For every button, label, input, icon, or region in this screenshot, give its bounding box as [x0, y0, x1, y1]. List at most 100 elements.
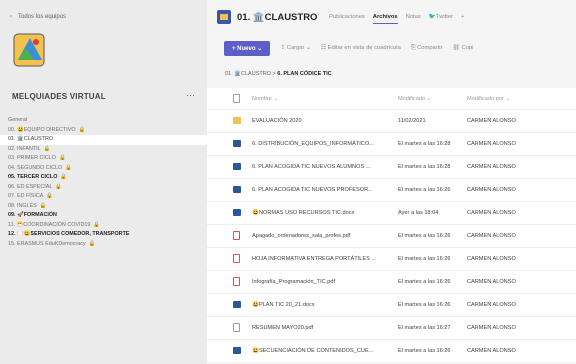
- channel-item[interactable]: 11. 😷COORDINACIÓN COVID19 🔒: [0, 221, 207, 231]
- tab-publicaciones[interactable]: Publicaciones: [329, 14, 365, 24]
- file-modified-by: CARMEN ALONSO: [467, 187, 516, 193]
- lock-icon: 🔒: [43, 145, 51, 152]
- lock-icon: 🔒: [46, 193, 54, 199]
- file-modified-by: CARMEN ALONSO: [467, 233, 516, 239]
- list-item[interactable]: HOJA INFORMATIVA ENTREGA PORTÁTILES ... …: [207, 248, 576, 271]
- lock-icon: 🔒: [93, 221, 101, 228]
- channel-item[interactable]: 00. 😃EQUIPO DIRECTIVO 🔒: [0, 126, 207, 136]
- lock-icon: 🔒: [65, 164, 72, 171]
- channel-item[interactable]: 08. INGLÉS 🔒: [0, 202, 207, 212]
- channel-item[interactable]: 06. ED ESPECIAL 🔒: [0, 183, 207, 193]
- column-modified[interactable]: Modificado ⌄: [398, 88, 464, 111]
- list-item[interactable]: 6. DISTRIBUCIÓN_EQUIPOS_INFORMÁTICO... E…: [207, 133, 576, 156]
- word-file-icon: [233, 202, 243, 225]
- file-modified: El martes a las 16:26: [398, 256, 451, 262]
- list-item[interactable]: 😃NORMAS USO RECURSOS TIC.docx Ayer a las…: [207, 202, 576, 225]
- breadcrumb-current: 6. PLAN CÓDICE TIC: [277, 71, 332, 77]
- sidebar: ‹ Todos los equipos MELQUIADES VIRTUAL ·…: [0, 0, 207, 364]
- upload-button[interactable]: ⇪ Cargar ⌄: [280, 45, 311, 51]
- list-item[interactable]: Infografía_Programación_TIC.pdf El marte…: [207, 271, 576, 294]
- channel-item[interactable]: 02. INFANTIL 🔒: [0, 145, 207, 155]
- file-name[interactable]: Infografía_Programación_TIC.pdf: [252, 271, 382, 294]
- channel-item[interactable]: 05. TERCER CICLO 🔒: [0, 173, 207, 183]
- pdf-file-icon: [233, 248, 243, 271]
- back-to-teams-link[interactable]: ‹ Todos los equipos: [10, 14, 66, 20]
- file-type-header-icon: [233, 88, 243, 111]
- file-modified: El martes a las 16:26: [398, 302, 451, 308]
- file-modified: El martes a las 16:28: [398, 164, 451, 170]
- file-modified: El martes a las 16:26: [398, 233, 451, 239]
- breadcrumb-separator: >: [272, 71, 276, 77]
- file-name[interactable]: HOJA INFORMATIVA ENTREGA PORTÁTILES ...: [252, 248, 382, 271]
- file-modified-by: CARMEN ALONSO: [467, 164, 516, 170]
- file-modified: Ayer a las 18:04: [398, 210, 439, 216]
- channel-item[interactable]: 04. SEGUNDO CICLO 🔒: [0, 164, 207, 174]
- channel-item[interactable]: 03. PRIMER CICLO 🔒: [0, 154, 207, 164]
- file-modified-by: CARMEN ALONSO: [467, 279, 516, 285]
- channel-avatar-icon: [217, 10, 231, 24]
- channel-list: General 00. 😃EQUIPO DIRECTIVO 🔒 01. 🏛️CLA…: [0, 116, 207, 249]
- channel-item[interactable]: General: [0, 116, 207, 126]
- lock-icon: 🔒: [78, 126, 86, 133]
- list-header: Nombre ⌄ Modificado ⌄ Modificado por ⌄: [207, 88, 576, 110]
- more-options-icon[interactable]: ···: [186, 90, 195, 100]
- channel-item[interactable]: 07. ED FÍSICA 🔒: [0, 192, 207, 202]
- back-label: Todos los equipos: [18, 14, 67, 20]
- file-name[interactable]: Apagado_ordenadores_sala_profes.pdf: [252, 225, 382, 248]
- chevron-left-icon: ‹: [10, 14, 12, 20]
- file-name[interactable]: 😃NORMAS USO RECURSOS TIC.docx: [252, 202, 382, 225]
- channel-item[interactable]: 09. 🚀FORMACIÓN: [0, 211, 207, 221]
- file-modified: 11/02/2021: [398, 118, 426, 124]
- file-name[interactable]: 😃PLAN TIC 20_21.docx: [252, 294, 382, 317]
- channel-item[interactable]: 15. ERASMUS EduKDemocracy 🔒: [0, 240, 207, 250]
- folder-icon: [233, 110, 243, 133]
- file-name[interactable]: 6. PLAN ACOGIDA TIC NUEVOS ALUMNOS ...: [252, 156, 382, 179]
- add-tab-button[interactable]: +: [461, 14, 464, 24]
- file-modified: El martes a las 16:26: [398, 187, 451, 193]
- team-logo-icon: [13, 33, 45, 67]
- breadcrumb: 01. 🏛️CLAUSTRO > 6. PLAN CÓDICE TIC: [225, 71, 332, 77]
- files-toolbar: + Nuevo ⌄ ⇪ Cargar ⌄ ☷ Editar en vista d…: [207, 38, 576, 58]
- team-name: MELQUIADES VIRTUAL: [12, 92, 106, 101]
- list-item[interactable]: Apagado_ordenadores_sala_profes.pdf El m…: [207, 225, 576, 248]
- lock-icon: 🔒: [58, 155, 66, 161]
- file-modified: El martes a las 16:28: [398, 141, 451, 147]
- file-modified-by: CARMEN ALONSO: [467, 210, 516, 216]
- file-modified-by: CARMEN ALONSO: [467, 348, 516, 354]
- tab-notas[interactable]: Notas: [406, 14, 421, 24]
- file-modified-by: CARMEN ALONSO: [467, 256, 516, 262]
- file-name[interactable]: EVALUACIÓN 2020: [252, 110, 382, 133]
- tab-archivos[interactable]: Archivos: [372, 14, 398, 24]
- channel-tabs: Publicaciones Archivos Notas 🐦Twitter +: [329, 14, 464, 24]
- share-button[interactable]: ⎘ Compartir: [411, 45, 443, 52]
- word-file-icon: [233, 340, 243, 363]
- pdf-file-icon: [233, 271, 243, 294]
- file-modified-by: CARMEN ALONSO: [467, 302, 516, 308]
- file-modified-by: CARMEN ALONSO: [467, 141, 516, 147]
- new-button[interactable]: + Nuevo ⌄: [224, 40, 271, 56]
- list-item[interactable]: 😃SECUENCIACIÓN DE CONTENIDOS_CUE... El m…: [207, 340, 576, 363]
- word-file-icon: [233, 294, 243, 317]
- channel-item[interactable]: 12. 🍽️😃SERVICIOS COMEDOR, TRANSPORTE: [0, 230, 207, 240]
- file-name[interactable]: 6. PLAN ACOGIDA TIC NUEVOS PROFESOR...: [252, 179, 382, 202]
- breadcrumb-parent[interactable]: 01. 🏛️CLAUSTRO: [225, 71, 271, 77]
- tab-twitter[interactable]: 🐦Twitter: [429, 14, 453, 24]
- column-name[interactable]: Nombre ⌄: [252, 88, 382, 111]
- file-name[interactable]: RESUMEN MAYO20.pdf: [252, 317, 382, 340]
- list-item[interactable]: EVALUACIÓN 2020 11/02/2021 CARMEN ALONSO: [207, 110, 576, 133]
- file-modified: El martes a las 16:26: [398, 279, 451, 285]
- file-name[interactable]: 6. DISTRIBUCIÓN_EQUIPOS_INFORMÁTICO...: [252, 133, 382, 156]
- grid-edit-button[interactable]: ☷ Editar en vista de cuadrícula: [321, 45, 401, 51]
- list-item[interactable]: RESUMEN MAYO20.pdf El martes a las 16:27…: [207, 317, 576, 340]
- copy-link-button[interactable]: ⛓ Copi: [453, 45, 474, 51]
- channel-header: 01. 🏛️CLAUSTRO Publicaciones Archivos No…: [207, 0, 576, 34]
- file-name[interactable]: 😃SECUENCIACIÓN DE CONTENIDOS_CUE...: [252, 340, 382, 363]
- channel-item-selected[interactable]: 01. 🏛️CLAUSTRO: [0, 135, 207, 145]
- word-file-icon: [233, 156, 243, 179]
- channel-title: 01. 🏛️CLAUSTRO: [237, 12, 318, 23]
- column-modified-by[interactable]: Modificado por ⌄: [467, 88, 575, 111]
- list-item[interactable]: 6. PLAN ACOGIDA TIC NUEVOS PROFESOR... E…: [207, 179, 576, 202]
- list-item[interactable]: 6. PLAN ACOGIDA TIC NUEVOS ALUMNOS ... E…: [207, 156, 576, 179]
- list-item[interactable]: 😃PLAN TIC 20_21.docx El martes a las 16:…: [207, 294, 576, 317]
- file-modified-by: CARMEN ALONSO: [467, 325, 516, 331]
